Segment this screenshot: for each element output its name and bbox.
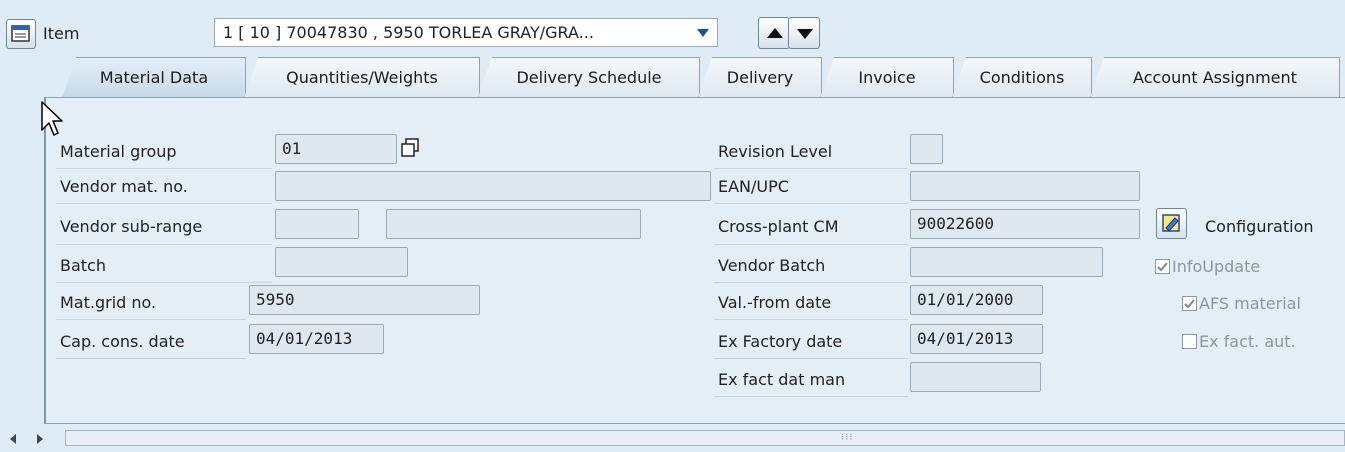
tab-quantities-weights[interactable]: Quantities/Weights — [244, 57, 480, 98]
row-divider — [714, 203, 908, 204]
tab-label: Delivery Schedule — [516, 68, 662, 87]
material-group-label: Material group — [60, 142, 177, 161]
scrollbar-grip-icon: ⁝⁝⁝ — [841, 432, 854, 443]
vendor-sub-range-label: Vendor sub-range — [60, 217, 203, 236]
arrow-down-icon — [797, 29, 813, 39]
batch-field[interactable] — [275, 247, 408, 277]
val-from-date-field[interactable]: 01/01/2000 — [910, 285, 1043, 315]
checkbox-box — [1155, 259, 1170, 274]
row-divider — [56, 319, 246, 320]
revision-level-field[interactable] — [910, 134, 943, 164]
item-label: Item — [43, 24, 80, 43]
ex-fact-aut-label: Ex fact. aut. — [1199, 332, 1296, 351]
item-select[interactable]: 1 [ 10 ] 70047830 , 5950 TORLEA GRAY/GRA… — [214, 18, 718, 47]
tab-label: Quantities/Weights — [286, 68, 438, 87]
val-from-date-label: Val.-from date — [718, 293, 832, 312]
mat-grid-no-label: Mat.grid no. — [60, 293, 157, 312]
vendor-mat-no-label: Vendor mat. no. — [60, 177, 188, 196]
configuration-label: Configuration — [1205, 217, 1314, 236]
row-divider — [714, 168, 908, 169]
revision-level-label: Revision Level — [718, 142, 833, 161]
tab-conditions[interactable]: Conditions — [952, 57, 1092, 98]
configuration-button[interactable] — [1156, 208, 1187, 239]
row-divider — [714, 319, 908, 320]
checkbox-box — [1182, 334, 1197, 349]
horizontal-scrollbar[interactable]: ⁝⁝⁝ — [0, 424, 1345, 452]
tab-account-assignment[interactable]: Account Assignment — [1090, 57, 1340, 98]
row-divider — [56, 203, 272, 204]
scrollbar-track[interactable]: ⁝⁝⁝ — [65, 430, 1345, 446]
vendor-batch-field[interactable] — [910, 247, 1103, 277]
ex-factory-date-field[interactable]: 04/01/2013 — [910, 324, 1043, 354]
ex-factory-date-label: Ex Factory date — [718, 332, 843, 351]
item-overview-button[interactable] — [6, 19, 36, 49]
row-divider — [56, 244, 272, 245]
batch-label: Batch — [60, 256, 106, 275]
cap-cons-date-field[interactable]: 04/01/2013 — [249, 324, 384, 354]
ean-upc-label: EAN/UPC — [718, 177, 789, 196]
material-data-panel — [44, 97, 1345, 424]
vendor-sub-range-description-field[interactable] — [386, 209, 641, 239]
ex-fact-dat-man-field[interactable] — [910, 362, 1041, 392]
cross-plant-cm-label: Cross-plant CM — [718, 217, 839, 236]
item-select-value: 1 [ 10 ] 70047830 , 5950 TORLEA GRAY/GRA… — [223, 23, 594, 42]
vendor-mat-no-field[interactable] — [275, 171, 711, 201]
row-divider — [714, 282, 908, 283]
tab-label: Invoice — [858, 68, 916, 87]
check-mark-icon — [1157, 262, 1168, 272]
tab-material-data[interactable]: Material Data — [62, 57, 246, 98]
details-button[interactable] — [397, 135, 423, 161]
row-divider — [56, 168, 272, 169]
item-overview-icon — [11, 25, 30, 42]
next-item-button[interactable] — [788, 17, 820, 49]
tab-label: Material Data — [99, 68, 209, 87]
tab-invoice[interactable]: Invoice — [820, 57, 954, 98]
row-divider — [56, 358, 246, 359]
row-divider — [714, 358, 908, 359]
arrow-up-icon — [767, 28, 783, 38]
vendor-batch-label: Vendor Batch — [718, 256, 826, 275]
tab-label: Account Assignment — [1133, 68, 1297, 87]
mouse-pointer-icon — [41, 101, 63, 136]
tab-delivery-schedule[interactable]: Delivery Schedule — [478, 57, 700, 98]
scroll-left-icon[interactable] — [10, 434, 16, 444]
afs-material-label: AFS material — [1199, 294, 1301, 313]
previous-item-button[interactable] — [758, 17, 790, 49]
details-copy-icon — [401, 138, 419, 157]
tab-strip: Material Data Quantities/Weights Deliver… — [62, 57, 1345, 98]
info-update-label: InfoUpdate — [1172, 257, 1261, 276]
ean-upc-field[interactable] — [910, 171, 1140, 201]
mat-grid-no-field[interactable]: 5950 — [249, 285, 480, 315]
tab-delivery[interactable]: Delivery — [698, 57, 822, 98]
checkbox-box — [1182, 296, 1197, 311]
vendor-sub-range-field[interactable] — [275, 209, 359, 239]
tab-label: Conditions — [979, 68, 1065, 87]
row-divider — [56, 282, 272, 283]
material-group-field[interactable]: 01 — [275, 134, 397, 164]
check-mark-icon — [1184, 299, 1195, 309]
ex-fact-dat-man-label: Ex fact dat man — [718, 370, 846, 389]
configuration-edit-icon — [1162, 214, 1180, 232]
window-top-strip — [0, 0, 1345, 8]
scroll-right-icon[interactable] — [37, 434, 43, 444]
cross-plant-cm-field[interactable]: 90022600 — [910, 209, 1140, 239]
row-divider — [714, 244, 908, 245]
tab-label: Delivery — [726, 68, 794, 87]
row-divider — [714, 396, 908, 397]
dropdown-arrow-icon[interactable] — [697, 29, 709, 37]
cap-cons-date-label: Cap. cons. date — [60, 332, 185, 351]
